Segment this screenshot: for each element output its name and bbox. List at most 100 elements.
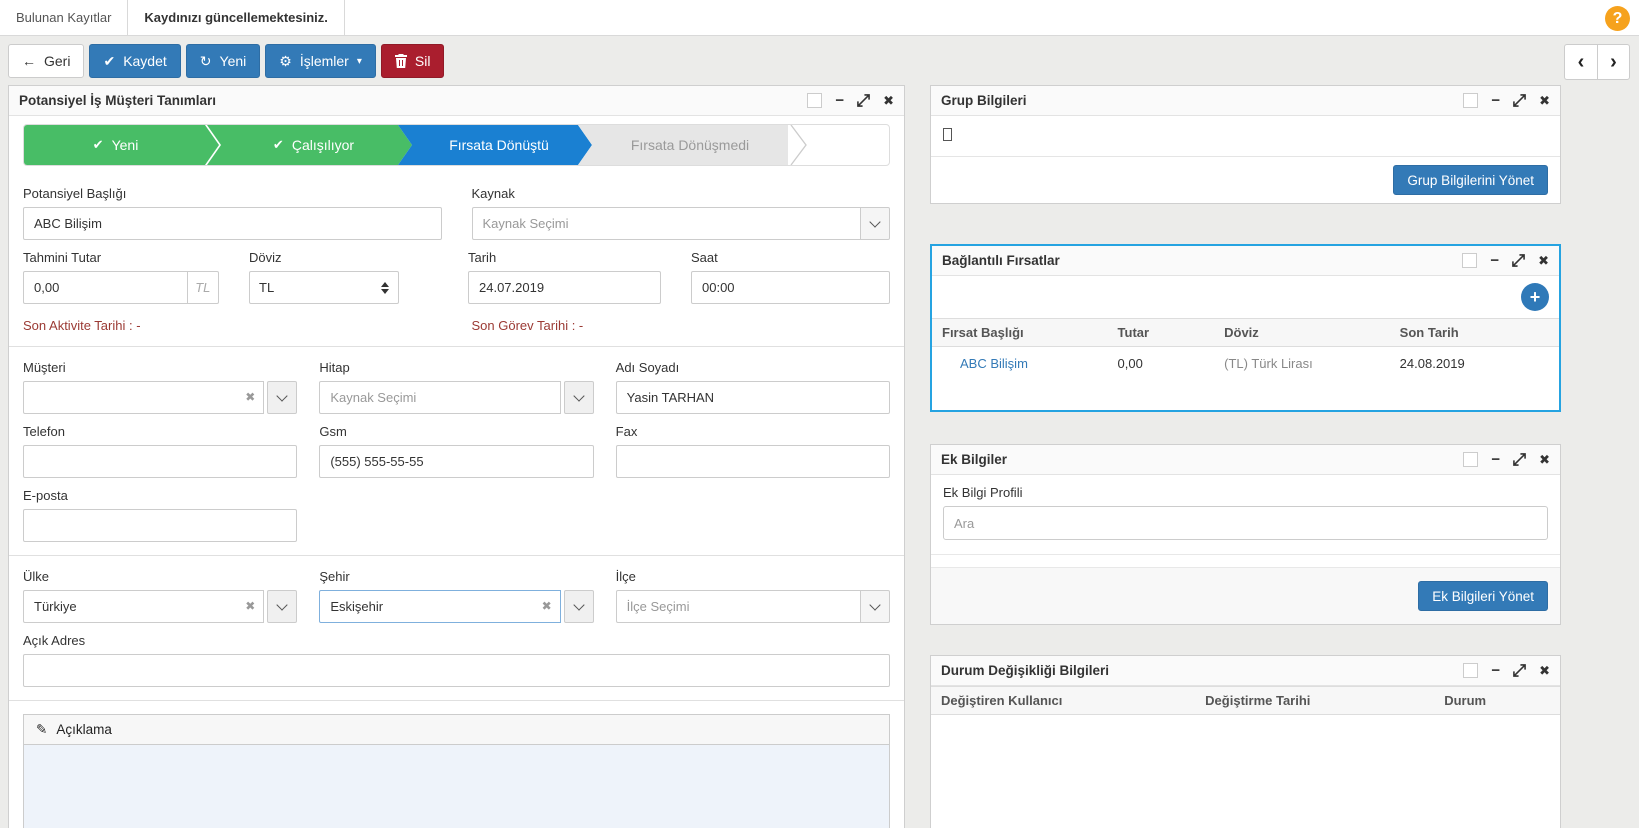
add-opportunity-button[interactable]: + xyxy=(1521,283,1549,311)
ulke-dropdown-button[interactable] xyxy=(267,590,297,623)
aciklama-header: ✎ Açıklama xyxy=(24,715,889,745)
table-header-row: Fırsat Başlığı Tutar Döviz Son Tarih xyxy=(932,319,1559,347)
telefon-input[interactable] xyxy=(23,445,297,478)
close-icon[interactable]: ✖ xyxy=(1539,453,1550,466)
field-eposta: E-posta xyxy=(23,488,297,542)
field-label: Şehir xyxy=(319,569,593,584)
sehir-combo-input[interactable] xyxy=(319,590,560,623)
stage-firsata-donustu[interactable]: Fırsata Dönüştü xyxy=(398,125,592,165)
operations-button-label: İşlemler xyxy=(300,53,349,69)
field-label: Açık Adres xyxy=(23,633,890,648)
field-label: Ülke xyxy=(23,569,297,584)
save-button[interactable]: ✔ Kaydet xyxy=(89,44,180,78)
minimize-icon[interactable]: − xyxy=(1491,663,1500,678)
back-button-label: Geri xyxy=(44,53,70,69)
help-icon[interactable]: ? xyxy=(1605,6,1630,31)
adi-soyadi-input[interactable] xyxy=(616,381,890,414)
close-icon[interactable]: ✖ xyxy=(1538,254,1549,267)
manage-groups-button[interactable]: Grup Bilgilerini Yönet xyxy=(1393,165,1548,195)
new-button[interactable]: ↻ Yeni xyxy=(186,44,260,78)
extra-info-panel: Ek Bilgiler − ✖ Ek Bilgi Profili Ek Bilg… xyxy=(930,444,1561,625)
operations-button[interactable]: ⚙ İşlemler ▾ xyxy=(265,44,376,78)
expand-icon[interactable] xyxy=(1513,453,1526,466)
acik-adres-input[interactable] xyxy=(23,654,890,687)
minimize-icon[interactable]: − xyxy=(1491,452,1500,467)
close-icon[interactable]: ✖ xyxy=(1539,664,1550,677)
stage-label: Yeni xyxy=(112,137,139,153)
expand-icon[interactable] xyxy=(1513,664,1526,677)
minimize-icon[interactable]: − xyxy=(1490,253,1499,268)
extra-info-footer: Ek Bilgileri Yönet xyxy=(931,568,1560,624)
kaynak-dropdown-button[interactable] xyxy=(860,207,890,240)
section-divider xyxy=(9,700,904,701)
field-label: Telefon xyxy=(23,424,297,439)
previous-record-button[interactable]: ‹ xyxy=(1564,44,1597,80)
delete-button[interactable]: Sil xyxy=(381,44,445,78)
chevron-down-icon xyxy=(277,599,288,610)
aciklama-textarea[interactable] xyxy=(24,745,889,828)
tarih-input[interactable] xyxy=(468,271,661,304)
gear-icon: ⚙ xyxy=(279,54,292,68)
lead-column: Potansiyel İş Müşteri Tanımları − ✖ ✔ Ye… xyxy=(8,85,905,828)
expand-icon[interactable] xyxy=(1513,94,1526,107)
son-gorev-tarihi-text: Son Görev Tarihi : - xyxy=(472,318,891,333)
hitap-select[interactable] xyxy=(319,381,560,414)
back-button[interactable]: ← Geri xyxy=(8,44,84,78)
currency-addon: TL xyxy=(188,271,219,304)
stage-yeni[interactable]: ✔ Yeni xyxy=(24,125,219,165)
clear-icon[interactable]: ✖ xyxy=(245,599,255,613)
trash-icon xyxy=(395,54,407,68)
field-kaynak: Kaynak xyxy=(472,186,891,240)
tahmini-tutar-input[interactable] xyxy=(23,271,188,304)
minimize-icon[interactable]: − xyxy=(1491,93,1500,108)
field-potansiyel-basligi: Potansiyel Başlığı xyxy=(23,186,442,240)
clear-icon[interactable]: ✖ xyxy=(245,390,255,404)
panel-select-checkbox[interactable] xyxy=(807,93,822,108)
back-arrow-icon: ← xyxy=(22,54,36,68)
content-area: Potansiyel İş Müşteri Tanımları − ✖ ✔ Ye… xyxy=(0,85,1639,828)
musteri-combo-input[interactable] xyxy=(23,381,264,414)
doviz-select[interactable]: TL xyxy=(249,271,399,304)
kaynak-select[interactable] xyxy=(472,207,862,240)
opportunities-table: Fırsat Başlığı Tutar Döviz Son Tarih ABC… xyxy=(932,318,1559,380)
ilce-dropdown-button[interactable] xyxy=(860,590,890,623)
eposta-input[interactable] xyxy=(23,509,297,542)
profile-search-input[interactable] xyxy=(943,506,1548,540)
ulke-combo-input[interactable] xyxy=(23,590,264,623)
opportunity-link[interactable]: ABC Bilişim xyxy=(932,347,1108,381)
tab-found-records[interactable]: Bulunan Kayıtlar xyxy=(0,0,127,35)
aciklama-title: Açıklama xyxy=(56,722,112,737)
gsm-input[interactable] xyxy=(319,445,593,478)
expand-icon[interactable] xyxy=(1512,254,1525,267)
panel-select-checkbox[interactable] xyxy=(1462,253,1477,268)
hitap-dropdown-button[interactable] xyxy=(564,381,594,414)
expand-icon[interactable] xyxy=(857,94,870,107)
musteri-dropdown-button[interactable] xyxy=(267,381,297,414)
field-label: Fax xyxy=(616,424,890,439)
panel-select-checkbox[interactable] xyxy=(1463,663,1478,678)
ilce-select[interactable] xyxy=(616,590,861,623)
field-gsm: Gsm xyxy=(319,424,593,478)
delete-button-label: Sil xyxy=(415,53,431,69)
close-icon[interactable]: ✖ xyxy=(883,94,894,107)
stage-calisiliyor[interactable]: ✔ Çalışılıyor xyxy=(207,125,412,165)
stage-divider-chevron xyxy=(788,125,810,165)
next-record-button[interactable]: › xyxy=(1597,44,1630,80)
minimize-icon[interactable]: − xyxy=(835,93,844,108)
close-icon[interactable]: ✖ xyxy=(1539,94,1550,107)
opportunity-date: 24.08.2019 xyxy=(1390,347,1559,381)
manage-extra-info-button[interactable]: Ek Bilgileri Yönet xyxy=(1418,581,1548,611)
tab-current-record[interactable]: Kaydınızı güncellemektesiniz. xyxy=(127,0,345,35)
potansiyel-basligi-input[interactable] xyxy=(23,207,442,240)
sehir-dropdown-button[interactable] xyxy=(564,590,594,623)
fax-input[interactable] xyxy=(616,445,890,478)
column-header: Değiştiren Kullanıcı xyxy=(931,687,1195,715)
stage-firsata-donusmedi[interactable]: Fırsata Dönüşmedi xyxy=(578,125,788,165)
panel-select-checkbox[interactable] xyxy=(1463,93,1478,108)
field-label: Potansiyel Başlığı xyxy=(23,186,442,201)
table-row[interactable]: ABC Bilişim 0,00 (TL) Türk Lirası 24.08.… xyxy=(932,347,1559,381)
doviz-value: TL xyxy=(259,280,274,295)
saat-input[interactable] xyxy=(691,271,890,304)
panel-select-checkbox[interactable] xyxy=(1463,452,1478,467)
clear-icon[interactable]: ✖ xyxy=(542,599,552,613)
